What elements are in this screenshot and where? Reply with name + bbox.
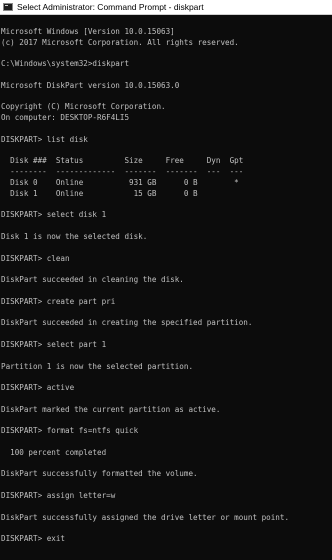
- console-line: DISKPART> list disk: [1, 134, 88, 144]
- console-output[interactable]: Microsoft Windows [Version 10.0.15063] (c…: [1, 16, 332, 560]
- console-line: DiskPart marked the current partition as…: [1, 404, 221, 414]
- console-line: -------- ------------- ------- ------- -…: [1, 167, 244, 177]
- console-line: DiskPart succeeded in cleaning the disk.: [1, 275, 184, 285]
- console-line: DISKPART> exit: [1, 534, 66, 544]
- console-line: DISKPART> select disk 1: [1, 210, 107, 220]
- console-line: Disk 1 Online 15 GB 0 B: [1, 188, 198, 198]
- console-line: DISKPART> clean: [1, 253, 70, 263]
- console-line: DiskPart succeeded in creating the speci…: [1, 318, 253, 328]
- console-line: DISKPART> format fs=ntfs quick: [1, 426, 139, 436]
- console-line: (c) 2017 Microsoft Corporation. All righ…: [1, 37, 239, 47]
- console-line: DiskPart successfully formatted the volu…: [1, 469, 198, 479]
- console-line: Disk 1 is now the selected disk.: [1, 231, 148, 241]
- console-line: C:\Windows\system32>diskpart: [1, 59, 130, 69]
- console-line: DISKPART> assign letter=w: [1, 491, 116, 501]
- console-line: Disk ### Status Size Free Dyn Gpt: [1, 156, 244, 166]
- cmd-icon: [3, 3, 13, 11]
- console-line: Disk 0 Online 931 GB 0 B *: [1, 177, 239, 187]
- console-line: DiskPart successfully assigned the drive…: [1, 512, 290, 522]
- console-line: 100 percent completed: [1, 447, 107, 457]
- console-line: DISKPART> select part 1: [1, 339, 107, 349]
- console-line: Microsoft DiskPart version 10.0.15063.0: [1, 80, 180, 90]
- console-line: DISKPART> create part pri: [1, 296, 116, 306]
- console-line: Partition 1 is now the selected partitio…: [1, 361, 194, 371]
- title-bar[interactable]: Select Administrator: Command Prompt - d…: [0, 0, 332, 15]
- console-line: On computer: DESKTOP-R6F4LI5: [1, 113, 130, 123]
- console-line: Copyright (C) Microsoft Corporation.: [1, 102, 166, 112]
- window-title: Select Administrator: Command Prompt - d…: [17, 2, 204, 12]
- console-line: DISKPART> active: [1, 383, 75, 393]
- console-line: Microsoft Windows [Version 10.0.15063]: [1, 26, 175, 36]
